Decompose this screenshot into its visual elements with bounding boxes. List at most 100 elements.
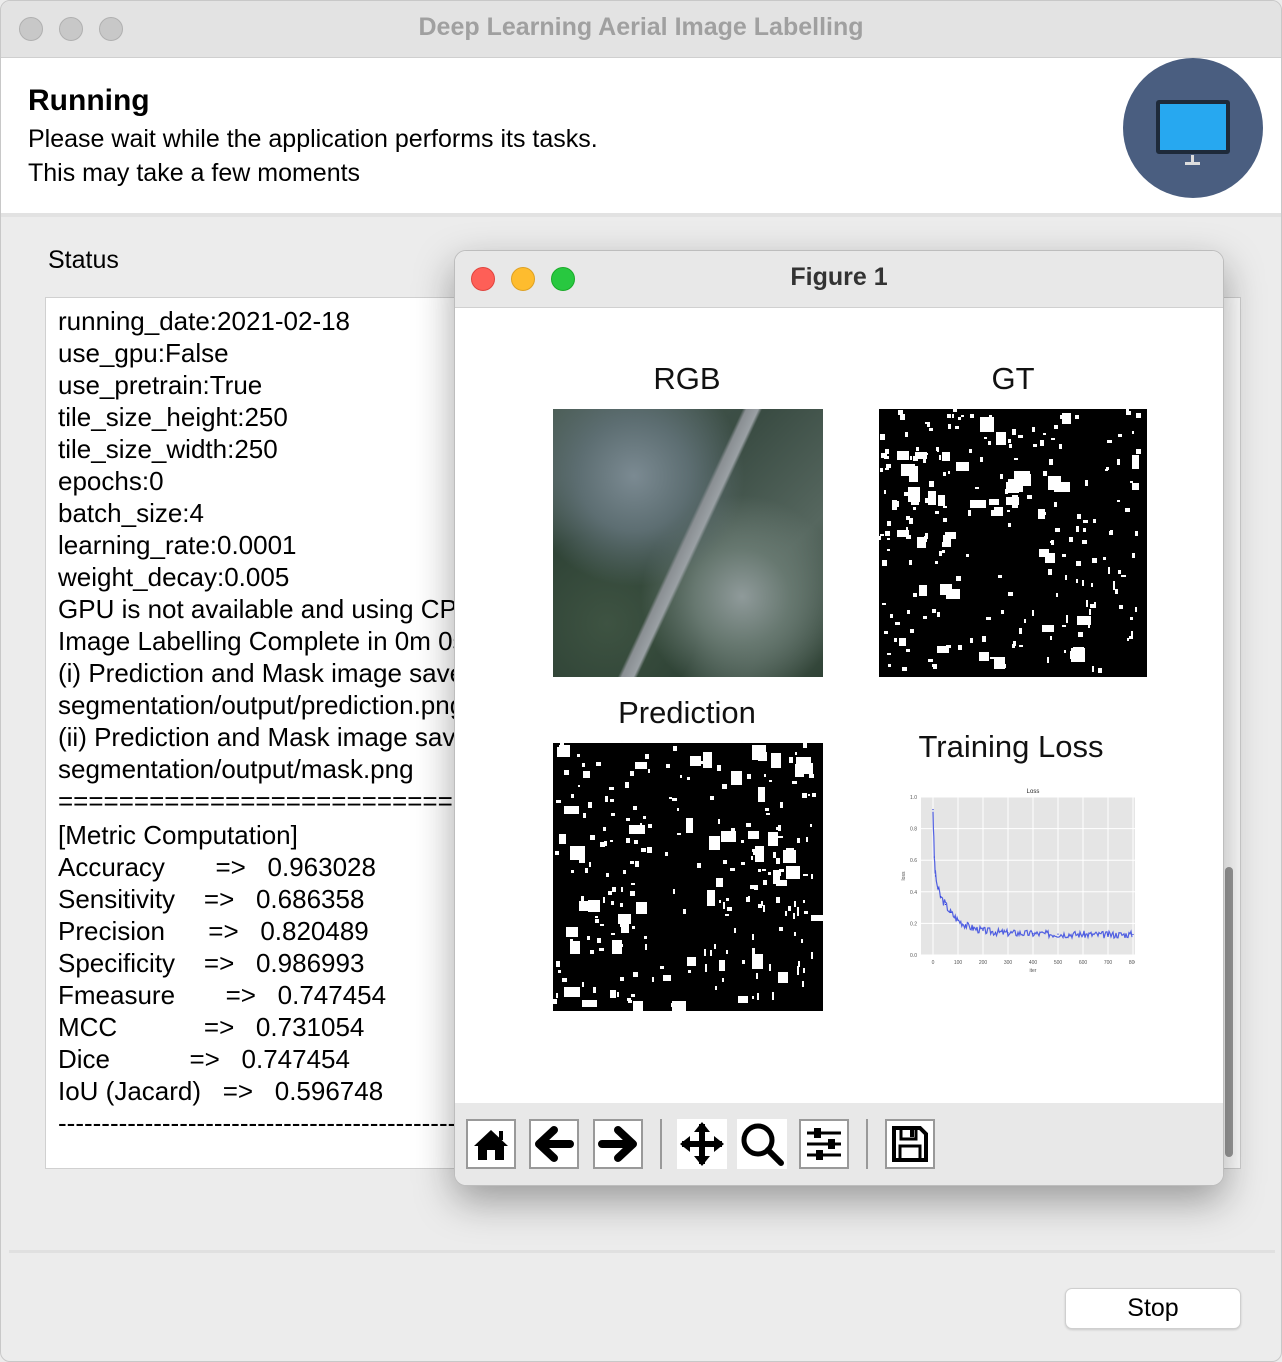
prediction-title: Prediction xyxy=(618,695,756,730)
log-line: (ii) Prediction and Mask image saved at xyxy=(58,722,514,752)
title-bar: Deep Learning Aerial Image Labelling xyxy=(1,1,1281,58)
back-button[interactable] xyxy=(529,1119,579,1169)
x-tick-label: 800 xyxy=(1129,960,1135,966)
log-line: weight_decay:0.005 xyxy=(58,562,290,592)
zoom-icon xyxy=(741,1123,784,1166)
monitor-icon xyxy=(1123,58,1263,198)
log-line: use_pretrain:True xyxy=(58,370,263,400)
rgb-image xyxy=(553,409,823,677)
x-tick-label: 200 xyxy=(979,960,988,966)
loss-chart: 0 100 200 300 400 500 600 700 800 0.0 0.2 0.4 0.6 0.8… xyxy=(901,789,1135,974)
x-tick-label: 300 xyxy=(1004,960,1013,966)
back-arrow-icon xyxy=(535,1126,574,1162)
x-tick-label: 500 xyxy=(1054,960,1063,966)
divider xyxy=(9,1250,1275,1253)
loss-point xyxy=(934,875,937,877)
loss-point xyxy=(1107,934,1109,936)
x-tick-label: 100 xyxy=(954,960,963,966)
log-line: ----------------------------------------… xyxy=(58,1108,491,1138)
pan-icon xyxy=(680,1122,724,1166)
loss-point xyxy=(964,924,967,926)
header-line-1: Please wait while the application perfor… xyxy=(28,125,598,153)
figure-window: Figure 1 RGB GT Prediction Training Loss… xyxy=(454,250,1224,1186)
log-line: GPU is not available and using CPU xyxy=(58,594,476,624)
y-tick-label: 0.0 xyxy=(910,953,917,959)
figure-toolbar xyxy=(455,1103,1223,1185)
y-tick-label: 1.0 xyxy=(910,795,917,801)
log-line: MCC => 0.731054 xyxy=(58,1012,365,1042)
log-line: Precision => 0.820489 xyxy=(58,916,369,946)
x-tick-label: 0 xyxy=(932,960,935,966)
loss-point xyxy=(949,911,952,913)
y-tick-label: 0.4 xyxy=(910,890,917,896)
log-line: Fmeasure => 0.747454 xyxy=(58,980,387,1010)
log-line: Dice => 0.747454 xyxy=(58,1044,350,1074)
log-line: Image Labelling Complete in 0m 0s xyxy=(58,626,466,656)
log-line: batch_size:4 xyxy=(58,498,204,528)
log-line: tile_size_height:250 xyxy=(58,402,288,432)
x-axis-label: iter xyxy=(1030,968,1037,974)
loss-point xyxy=(939,895,942,898)
loss-title: Training Loss xyxy=(918,729,1104,764)
home-button[interactable] xyxy=(466,1119,516,1169)
x-tick-label: 400 xyxy=(1029,960,1038,966)
loss-point xyxy=(972,927,974,929)
x-tick-label: 700 xyxy=(1104,960,1113,966)
y-tick-label: 0.6 xyxy=(910,858,917,864)
forward-button[interactable] xyxy=(593,1119,643,1169)
log-line: learning_rate:0.0001 xyxy=(58,530,297,560)
loss-point xyxy=(1132,933,1134,936)
configure-subplots-icon xyxy=(807,1128,841,1160)
log-line: epochs:0 xyxy=(58,466,164,496)
x-tick-label: 600 xyxy=(1079,960,1088,966)
pan-button[interactable] xyxy=(677,1119,727,1169)
status-label: Status xyxy=(48,246,119,274)
scrollbar[interactable] xyxy=(1225,867,1233,1157)
loss-point xyxy=(944,903,947,906)
loss-point xyxy=(982,929,984,932)
figure-title-bar: Figure 1 xyxy=(455,251,1223,308)
log-line: [Metric Computation] xyxy=(58,820,298,850)
log-line: segmentation/output/prediction.png xyxy=(58,690,465,720)
y-tick-label: 0.8 xyxy=(910,827,917,833)
toolbar-separator xyxy=(660,1119,662,1169)
log-line: segmentation/output/mask.png xyxy=(58,754,414,784)
gt-image xyxy=(879,409,1147,677)
rgb-title: RGB xyxy=(653,361,721,396)
header-line-2: This may take a few moments xyxy=(28,159,361,187)
loss-point xyxy=(933,856,935,858)
chart-title: Loss xyxy=(1027,789,1040,795)
loss-point xyxy=(932,809,934,811)
loss-point xyxy=(1082,933,1084,936)
stop-button[interactable]: Stop xyxy=(1065,1288,1241,1329)
toolbar-separator xyxy=(866,1119,868,1169)
log-line: use_gpu:False xyxy=(58,338,229,368)
loss-point xyxy=(1032,933,1034,935)
loss-point xyxy=(1057,933,1059,935)
header: Running Please wait while the applicatio… xyxy=(1,58,1281,217)
window-title: Deep Learning Aerial Image Labelling xyxy=(418,13,864,41)
log-line: Accuracy => 0.963028 xyxy=(58,852,376,882)
log-line: IoU (Jacard) => 0.596748 xyxy=(58,1076,384,1106)
log-line: (i) Prediction and Mask image saved at xyxy=(58,658,508,688)
forward-arrow-icon xyxy=(598,1126,637,1162)
figure-title: Figure 1 xyxy=(790,263,888,291)
log-line: running_date:2021-02-18 xyxy=(58,306,351,336)
zoom-rect-button[interactable] xyxy=(737,1119,787,1169)
prediction-image xyxy=(553,743,823,1011)
gt-title: GT xyxy=(991,361,1035,396)
loss-point xyxy=(994,931,997,933)
loss-point xyxy=(1007,932,1009,934)
y-axis-label: loss xyxy=(901,871,907,880)
configure-subplots-button[interactable] xyxy=(799,1119,849,1169)
log-line: Sensitivity => 0.686358 xyxy=(58,884,365,914)
save-button[interactable] xyxy=(885,1119,935,1169)
home-icon xyxy=(474,1130,508,1160)
page-title: Running xyxy=(28,84,150,117)
y-tick-label: 0.2 xyxy=(910,921,917,927)
save-icon xyxy=(892,1126,928,1162)
loss-point xyxy=(957,919,959,921)
loss-point xyxy=(937,888,939,890)
log-line: tile_size_width:250 xyxy=(58,434,278,464)
log-line: Specificity => 0.986993 xyxy=(58,948,365,978)
